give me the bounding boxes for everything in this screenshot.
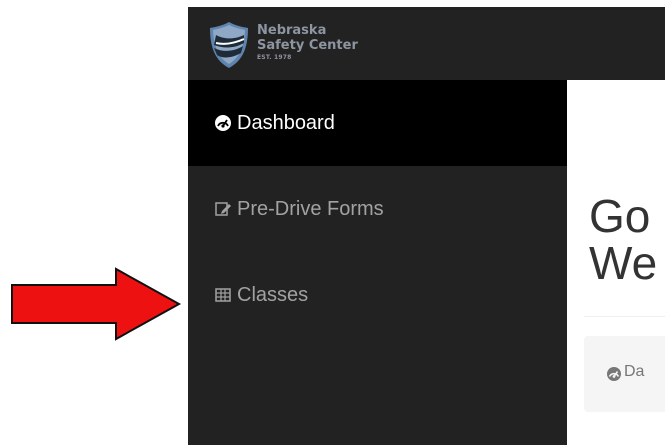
sidebar-item-label: Dashboard [237,112,335,134]
page-title: Go We [589,190,658,289]
sidebar-item-pre-drive-forms[interactable]: Pre-Drive Forms [188,166,567,252]
app-window: Nebraska Safety Center EST. 1978 Dashboa… [188,7,665,445]
edit-form-icon [215,202,231,216]
brand[interactable]: Nebraska Safety Center EST. 1978 [208,21,428,73]
brand-name-line2: Safety Center [257,38,358,53]
main-content: Go We Da [567,80,665,445]
sidebar-item-classes[interactable]: Classes [188,252,567,338]
brand-name-line1: Nebraska [257,23,327,38]
table-grid-icon [215,288,231,302]
dashboard-gauge-icon [215,115,231,131]
breadcrumb: Da [584,336,665,412]
brand-text: Nebraska Safety Center EST. 1978 [257,24,417,62]
brand-established: EST. 1978 [257,54,292,61]
arrow-right-icon [11,267,182,341]
breadcrumb-dashboard-link[interactable]: Da [624,363,644,381]
sidebar-item-label: Pre-Drive Forms [237,198,384,220]
sidebar-item-label: Classes [237,284,309,306]
shield-road-icon [210,22,248,68]
title-divider [584,316,665,317]
dashboard-gauge-icon [607,367,621,381]
sidebar-item-dashboard[interactable]: Dashboard [188,80,567,166]
top-navbar: Nebraska Safety Center EST. 1978 [188,7,665,80]
sidebar: Dashboard Pre-Drive Forms Classes [188,80,567,445]
